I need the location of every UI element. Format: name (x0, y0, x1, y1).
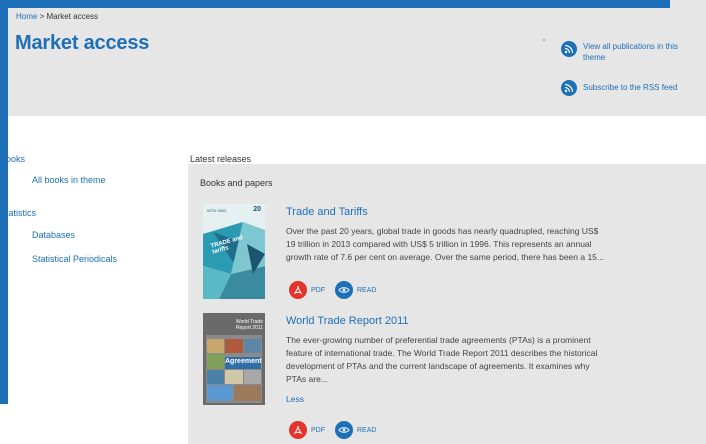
less-link[interactable]: Less (286, 394, 304, 404)
read-label[interactable]: READ (357, 287, 376, 294)
breadcrumb-current: Market access (46, 12, 99, 21)
top-right-tab (670, 0, 706, 8)
sidebar-item-all-books[interactable]: All books in theme (32, 175, 106, 185)
page-title: Market access (15, 32, 150, 54)
view-all-publications-label: View all publications in this theme (583, 42, 679, 62)
pdf-label[interactable]: PDF (311, 287, 325, 294)
left-accent-bar (0, 0, 8, 404)
cover-logo: WTO OMC (207, 208, 227, 213)
publication-actions: PDF READ (289, 421, 376, 439)
cover-word: Agreement (225, 358, 262, 365)
rss-icon (561, 80, 577, 96)
main-content: Latest releases Books and papers WTO OMC… (184, 150, 706, 444)
top-accent-bar (0, 0, 706, 8)
breadcrumb-separator: > (39, 12, 45, 21)
rss-icon (561, 41, 577, 57)
sidebar-heading-books[interactable]: Books (0, 154, 25, 164)
read-label[interactable]: READ (357, 427, 376, 434)
publication-title-link[interactable]: Trade and Tariffs (286, 206, 368, 218)
cover-badge: 20 (253, 206, 261, 213)
sidebar-heading-statistics[interactable]: Statistics (0, 208, 36, 218)
latest-releases-heading: Latest releases (190, 154, 252, 164)
page-header: Home > Market access Market access View … (8, 8, 706, 116)
publication-title-link[interactable]: World Trade Report 2011 (286, 315, 409, 327)
world-trade-report-2011-cover[interactable]: World Trade Report 2011 Agreement (203, 313, 265, 405)
subscribe-rss-link[interactable]: Subscribe to the RSS feed (561, 80, 677, 96)
trade-and-tariffs-cover[interactable]: WTO OMC 20 TRADE and tariffs (203, 204, 265, 299)
publication-description: The ever-growing number of preferential … (286, 335, 598, 384)
eye-icon[interactable] (335, 281, 353, 299)
pdf-icon[interactable] (289, 281, 307, 299)
sidebar-item-statistical-periodicals[interactable]: Statistical Periodicals (32, 254, 117, 264)
cover-title: World Trade Report 2011 (235, 319, 263, 331)
books-and-papers-panel: Books and papers WTO OMC 20 TRADE and ta… (188, 164, 706, 444)
publication-description: Over the past 20 years, global trade in … (286, 226, 604, 262)
pdf-label[interactable]: PDF (311, 427, 325, 434)
breadcrumb: Home > Market access (16, 12, 98, 21)
panel-heading: Books and papers (200, 178, 273, 188)
subscribe-rss-label: Subscribe to the RSS feed (583, 83, 678, 92)
publication-actions: PDF READ (289, 281, 376, 299)
view-all-publications-link[interactable]: View all publications in this theme (561, 41, 683, 63)
breadcrumb-home-link[interactable]: Home (16, 12, 37, 21)
pdf-icon[interactable] (289, 421, 307, 439)
eye-icon[interactable] (335, 421, 353, 439)
decorative-dot (543, 39, 545, 41)
sidebar-item-databases[interactable]: Databases (32, 230, 75, 240)
